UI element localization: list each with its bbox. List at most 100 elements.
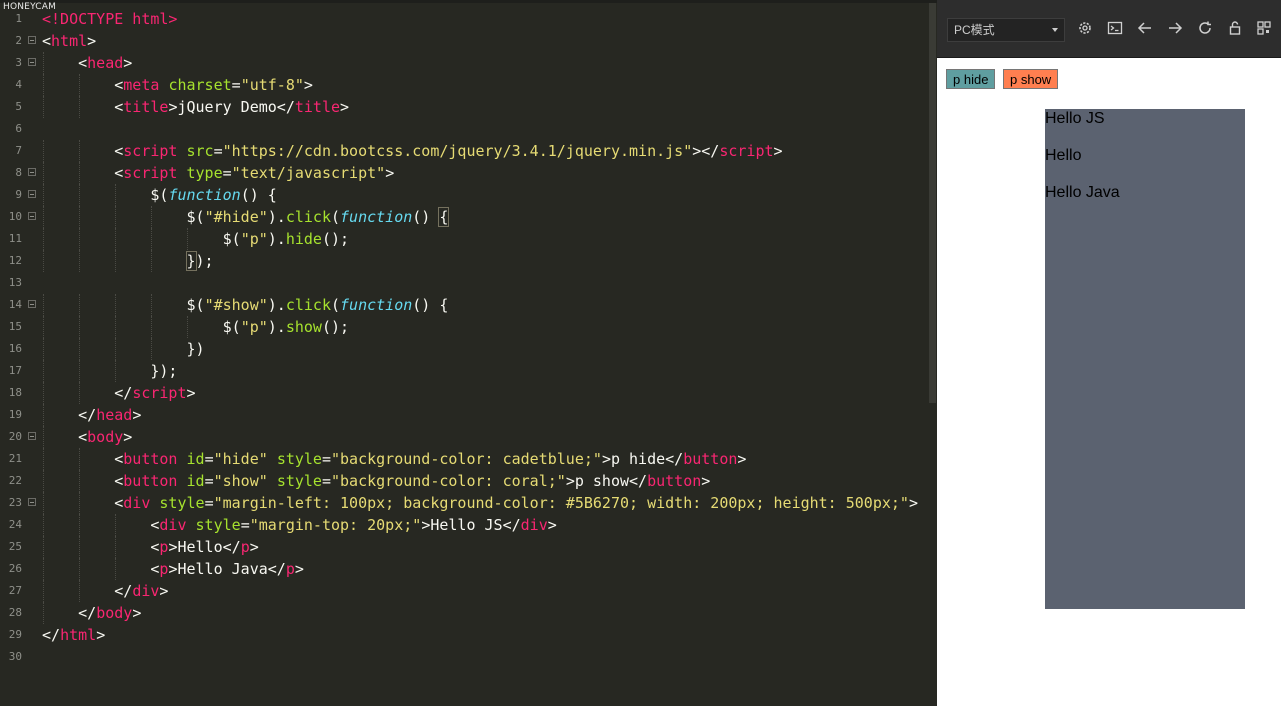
code-line[interactable]: 9 $(function() { <box>0 184 937 206</box>
indent-guide <box>43 228 44 250</box>
code-text: <meta charset="utf-8"> <box>114 76 313 94</box>
line-number: 28 <box>8 606 22 619</box>
code-line[interactable]: 22 <button id="show" style="background-c… <box>0 470 937 492</box>
indent-guide <box>79 294 81 316</box>
editor-top-border <box>0 0 937 3</box>
arrow-left-icon[interactable] <box>1135 20 1155 40</box>
p-show-button[interactable]: p show <box>1003 69 1059 89</box>
code-text: <body> <box>78 428 133 446</box>
code-text: <script type="text/javascript"> <box>114 164 395 182</box>
line-number: 15 <box>8 320 22 333</box>
line-number: 2 <box>15 34 22 47</box>
indent-guide <box>79 338 81 360</box>
code-line[interactable]: 13 <box>0 272 937 294</box>
code-line[interactable]: 27 </div> <box>0 580 937 602</box>
indent-guide <box>79 206 81 228</box>
code-line[interactable]: 8 <script type="text/javascript"> <box>0 162 937 184</box>
code-line[interactable]: 6 <box>0 118 937 140</box>
code-line[interactable]: 11 $("p").hide(); <box>0 228 937 250</box>
line-number: 26 <box>8 562 22 575</box>
code-line[interactable]: 24 <div style="margin-top: 20px;">Hello … <box>0 514 937 536</box>
indent-guide <box>151 316 153 338</box>
code-line[interactable]: 3 <head> <box>0 52 937 74</box>
fold-toggle-icon[interactable] <box>28 432 36 440</box>
code-line[interactable]: 4 <meta charset="utf-8"> <box>0 74 937 96</box>
line-number: 18 <box>8 386 22 399</box>
line-number: 8 <box>15 166 22 179</box>
fold-toggle-icon[interactable] <box>28 58 36 66</box>
code-editor[interactable]: HONEYCAM 1 <!DOCTYPE html> 2 <html> 3 <head>… <box>0 0 937 706</box>
code-line[interactable]: 25 <p>Hello</p> <box>0 536 937 558</box>
code-line[interactable]: 23 <div style="margin-left: 100px; backg… <box>0 492 937 514</box>
fold-toggle-icon[interactable] <box>28 36 36 44</box>
fold-toggle-icon[interactable] <box>28 300 36 308</box>
line-number: 25 <box>8 540 22 553</box>
code-line[interactable]: 5 <title>jQuery Demo</title> <box>0 96 937 118</box>
indent-guide <box>43 580 44 602</box>
code-line[interactable]: 26 <p>Hello Java</p> <box>0 558 937 580</box>
code-text: <!DOCTYPE html> <box>42 10 178 28</box>
fold-toggle-icon[interactable] <box>28 498 36 506</box>
line-number: 21 <box>8 452 22 465</box>
code-line[interactable]: 21 <button id="hide" style="background-c… <box>0 448 937 470</box>
code-text: <p>Hello</p> <box>150 538 259 556</box>
indent-guide <box>43 338 44 360</box>
code-line[interactable]: 2 <html> <box>0 30 937 52</box>
qr-code-icon[interactable] <box>1254 20 1274 40</box>
code-line[interactable]: 1 <!DOCTYPE html> <box>0 8 937 30</box>
p-hide-button[interactable]: p hide <box>946 69 996 89</box>
indent-guide <box>151 294 153 316</box>
terminal-icon[interactable] <box>1105 20 1125 40</box>
code-line[interactable]: 18 </script> <box>0 382 937 404</box>
gray-container: Hello JS Hello Hello Java <box>1045 109 1245 609</box>
code-line[interactable]: 28 </body> <box>0 602 937 624</box>
indent-guide <box>79 96 81 118</box>
indent-guide <box>43 514 44 536</box>
code-text: <html> <box>42 32 97 50</box>
line-number: 14 <box>8 298 22 311</box>
indent-guide <box>151 228 153 250</box>
indent-guide <box>43 360 44 382</box>
indent-guide <box>115 316 117 338</box>
gear-icon[interactable] <box>1075 20 1095 40</box>
code-text: $("p").hide(); <box>222 230 350 248</box>
chevron-down-icon <box>1052 28 1058 32</box>
mode-select[interactable]: PC模式 <box>947 18 1065 42</box>
code-line[interactable]: 7 <script src="https://cdn.bootcss.com/j… <box>0 140 937 162</box>
code-text: <p>Hello Java</p> <box>150 560 304 578</box>
code-line[interactable]: 14 $("#show").click(function() { <box>0 294 937 316</box>
code-text: </script> <box>114 384 196 402</box>
line-number: 27 <box>8 584 22 597</box>
code-line[interactable]: 30 <box>0 646 937 668</box>
fold-toggle-icon[interactable] <box>28 168 36 176</box>
code-line[interactable]: 29 </html> <box>0 624 937 646</box>
indent-guide <box>115 558 117 580</box>
watermark: HONEYCAM <box>3 2 57 12</box>
line-number: 9 <box>15 188 22 201</box>
hello-paragraph: Hello <box>1045 147 1082 164</box>
unlock-icon[interactable] <box>1225 20 1245 40</box>
indent-guide <box>151 206 153 228</box>
code-line[interactable]: 10 $("#hide").click(function() { <box>0 206 937 228</box>
refresh-icon[interactable] <box>1195 20 1215 40</box>
code-line[interactable]: 16 }) <box>0 338 937 360</box>
code-line[interactable]: 15 $("p").show(); <box>0 316 937 338</box>
indent-guide <box>43 162 44 184</box>
line-number: 23 <box>8 496 22 509</box>
indent-guide <box>79 184 81 206</box>
code-text: <button id="show" style="background-colo… <box>114 472 711 490</box>
indent-guide <box>79 580 81 602</box>
arrow-right-icon[interactable] <box>1165 20 1185 40</box>
indent-guide <box>79 162 81 184</box>
line-number: 7 <box>15 144 22 157</box>
fold-toggle-icon[interactable] <box>28 212 36 220</box>
code-line[interactable]: 17 }); <box>0 360 937 382</box>
line-number: 17 <box>8 364 22 377</box>
indent-guide <box>115 294 117 316</box>
fold-toggle-icon[interactable] <box>28 190 36 198</box>
code-line[interactable]: 20 <body> <box>0 426 937 448</box>
editor-scrollbar[interactable] <box>929 3 936 403</box>
line-number: 12 <box>8 254 22 267</box>
code-line[interactable]: 19 </head> <box>0 404 937 426</box>
code-line[interactable]: 12 }); <box>0 250 937 272</box>
